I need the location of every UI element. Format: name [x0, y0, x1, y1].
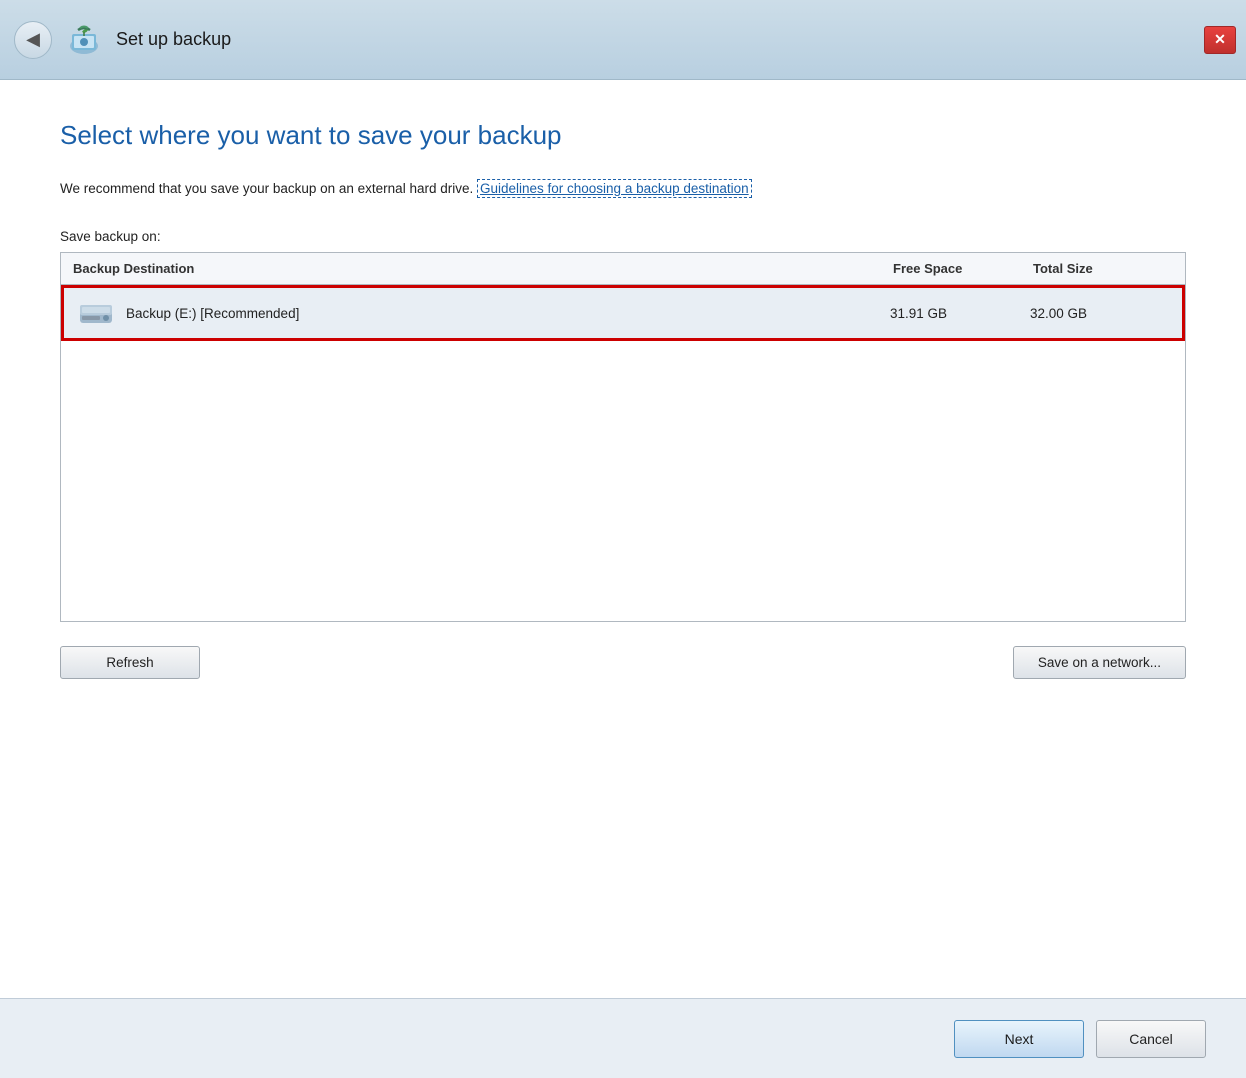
main-content: Select where you want to save your backu…	[0, 80, 1246, 998]
save-backup-on-label: Save backup on:	[60, 229, 1186, 244]
title-bar-left: ◀ Set up backup	[14, 21, 231, 59]
backup-wizard-icon	[64, 22, 104, 58]
title-bar: ◀ Set up backup ✕	[0, 0, 1246, 80]
column-header-total-size: Total Size	[1033, 261, 1173, 276]
description-text: We recommend that you save your backup o…	[60, 179, 1186, 199]
guidelines-link[interactable]: Guidelines for choosing a backup destina…	[477, 179, 752, 198]
hard-drive-icon-svg	[78, 299, 114, 327]
refresh-button[interactable]: Refresh	[60, 646, 200, 679]
table-row[interactable]: Backup (E:) [Recommended] 31.91 GB 32.00…	[61, 285, 1185, 341]
row-total-size: 32.00 GB	[1030, 306, 1170, 321]
save-on-network-button[interactable]: Save on a network...	[1013, 646, 1186, 679]
window: ◀ Set up backup ✕	[0, 0, 1246, 1078]
title-bar-title: Set up backup	[116, 29, 231, 50]
close-button[interactable]: ✕	[1204, 26, 1236, 54]
cancel-button[interactable]: Cancel	[1096, 1020, 1206, 1058]
back-arrow-icon: ◀	[26, 29, 40, 50]
close-icon: ✕	[1214, 31, 1226, 48]
next-button[interactable]: Next	[954, 1020, 1084, 1058]
column-header-free-space: Free Space	[893, 261, 1033, 276]
table-header-row: Backup Destination Free Space Total Size	[61, 253, 1185, 285]
back-button[interactable]: ◀	[14, 21, 52, 59]
empty-table-area	[61, 341, 1185, 621]
backup-destinations-table: Backup Destination Free Space Total Size	[60, 252, 1186, 622]
row-destination: Backup (E:) [Recommended]	[126, 306, 890, 321]
drive-icon	[76, 298, 116, 328]
footer: Next Cancel	[0, 998, 1246, 1078]
action-buttons: Refresh Save on a network...	[60, 646, 1186, 679]
description-prefix: We recommend that you save your backup o…	[60, 181, 477, 196]
page-heading: Select where you want to save your backu…	[60, 120, 1186, 151]
backup-icon-svg	[66, 24, 102, 56]
column-header-destination: Backup Destination	[73, 261, 893, 276]
row-free-space: 31.91 GB	[890, 306, 1030, 321]
